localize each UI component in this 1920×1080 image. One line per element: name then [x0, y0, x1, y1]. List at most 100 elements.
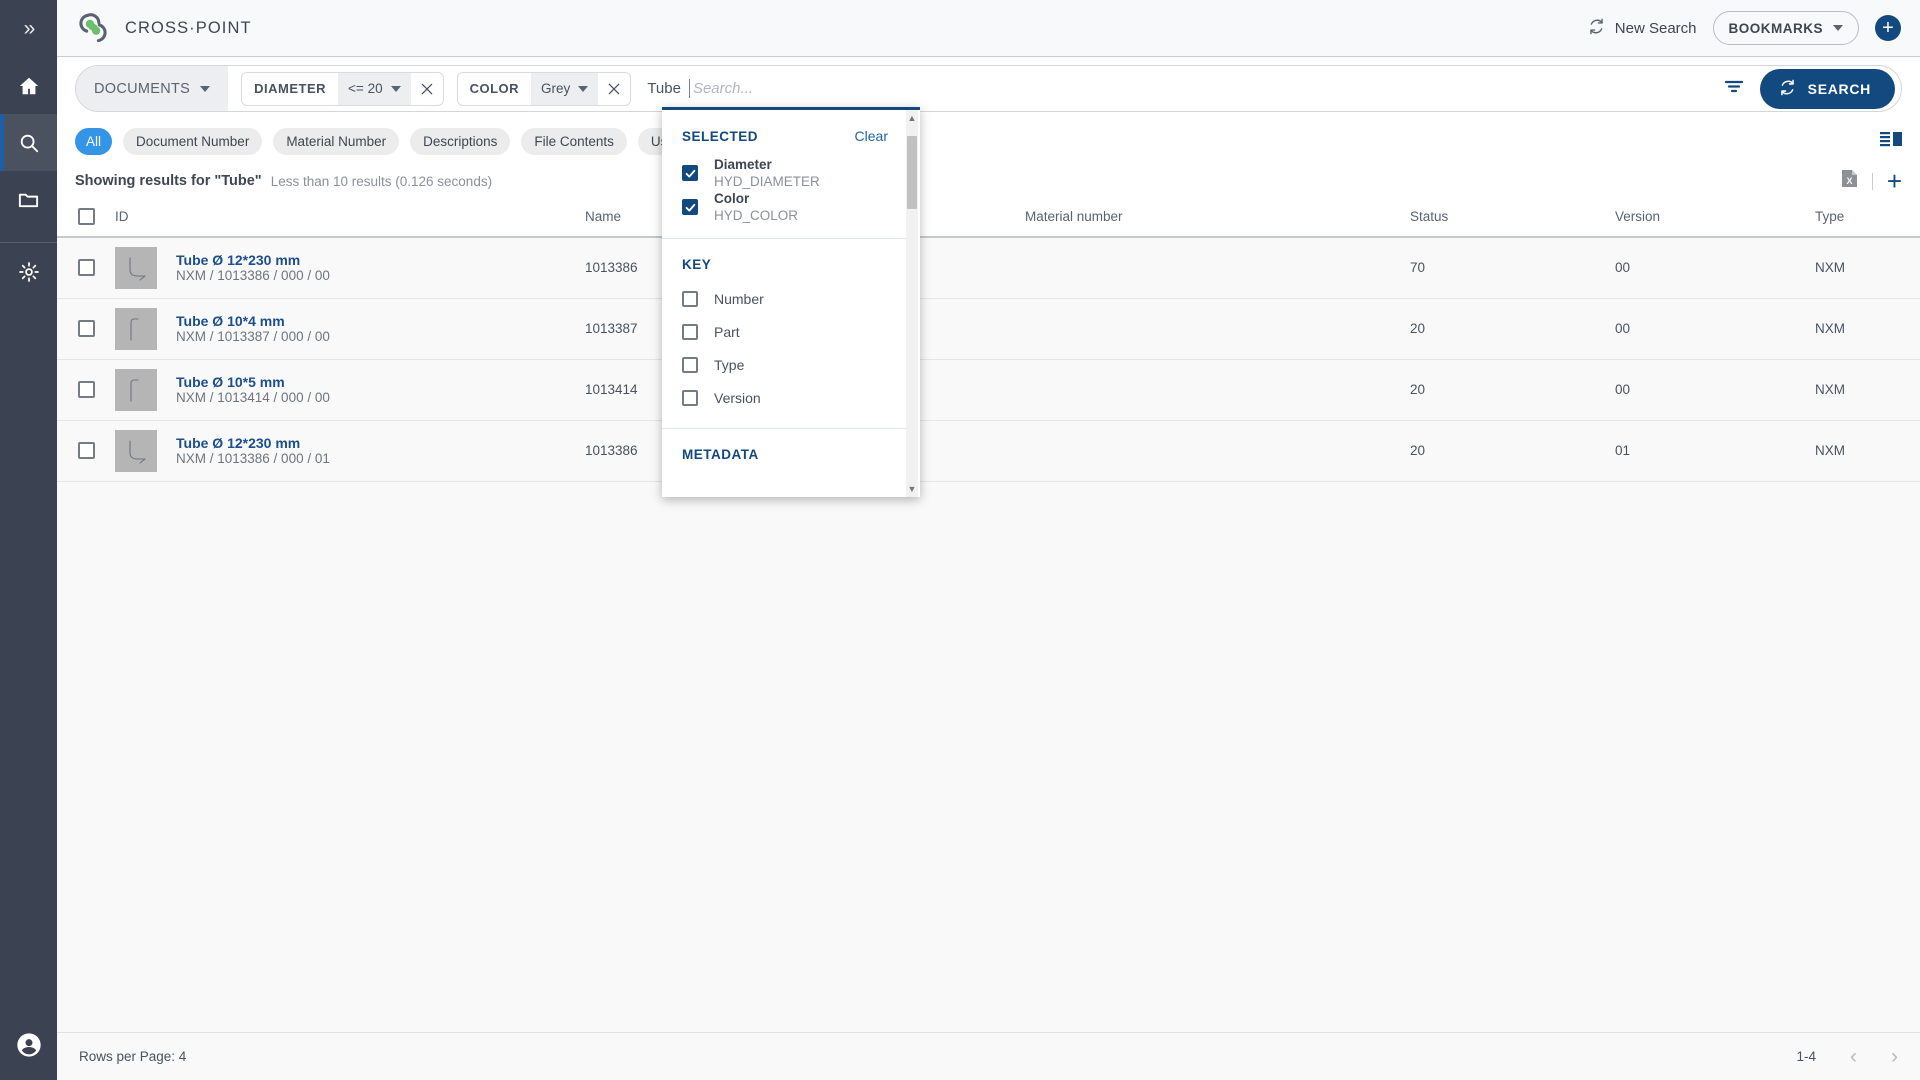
dropdown-scrollbar[interactable]: ▲ ▼ [906, 110, 918, 497]
text-cursor [688, 79, 690, 98]
filter-chip-diameter[interactable]: DIAMETER <= 20 [241, 71, 444, 106]
table-row[interactable]: Tube Ø 12*230 mm NXM / 1013386 / 000 / 0… [57, 420, 1920, 482]
app-root: » CROSS·POINT New Search BOOKMARKS + DOC… [0, 0, 1920, 1080]
column-header-version[interactable]: Version [1615, 200, 1815, 238]
home-icon [18, 75, 40, 97]
column-header-material-number[interactable]: Material number [1025, 200, 1410, 238]
left-sidebar: » [0, 0, 57, 1080]
close-icon[interactable] [411, 82, 443, 96]
chip-value-dropdown[interactable]: <= 20 [338, 72, 411, 105]
tab-material-number[interactable]: Material Number [273, 127, 400, 155]
table-footer: Rows per Page: 4 1-4 ‹ › [57, 1032, 1920, 1080]
tab-file-contents[interactable]: File Contents [521, 127, 627, 155]
sidebar-item-search[interactable] [0, 114, 57, 171]
table-row[interactable]: Tube Ø 10*4 mm NXM / 1013387 / 000 / 00 … [57, 298, 1920, 360]
chevron-left-icon[interactable]: ‹ [1850, 1046, 1857, 1067]
row-type-cell: NXM [1815, 237, 1920, 299]
brand-name: CROSS·POINT [125, 18, 252, 37]
dropdown-item-label: Type [714, 356, 745, 373]
tube-bent-icon [115, 246, 157, 289]
bookmarks-dropdown[interactable]: BOOKMARKS [1712, 11, 1859, 45]
checkbox-unchecked[interactable] [682, 290, 698, 307]
tab-label: Descriptions [423, 133, 498, 149]
tab-all[interactable]: All [75, 127, 113, 155]
search-bar-row: DOCUMENTS DIAMETER <= 20 COLOR Grey Tube… [57, 57, 1920, 120]
sidebar-item-home[interactable] [0, 57, 57, 114]
results-table: ID Name Description Material number Stat… [57, 200, 1920, 482]
dropdown-item-diameter[interactable]: Diameter HYD_DIAMETER [662, 154, 906, 190]
row-title-link[interactable]: Tube Ø 10*4 mm [176, 313, 285, 329]
sidebar-item-settings[interactable] [0, 243, 57, 300]
dropdown-item-color[interactable]: Color HYD_COLOR [662, 190, 906, 224]
header-actions: New Search BOOKMARKS + [1587, 11, 1901, 45]
row-subtitle: NXM / 1013386 / 000 / 01 [176, 451, 330, 466]
row-id-cell: Tube Ø 10*5 mm NXM / 1013414 / 000 / 00 [115, 359, 585, 421]
column-header-status[interactable]: Status [1410, 200, 1615, 238]
checkbox-checked[interactable] [682, 165, 698, 181]
brand[interactable]: CROSS·POINT [75, 10, 252, 46]
plus-icon[interactable]: + [1887, 168, 1902, 194]
filter-options-button[interactable] [1708, 79, 1760, 98]
tab-descriptions[interactable]: Descriptions [410, 127, 511, 155]
tab-document-number[interactable]: Document Number [123, 127, 263, 155]
account-circle-icon [15, 1031, 43, 1059]
checkbox-checked[interactable] [682, 199, 698, 215]
sidebar-item-folder[interactable] [0, 171, 57, 228]
clear-button[interactable]: Clear [855, 128, 888, 144]
row-title-link[interactable]: Tube Ø 12*230 mm [176, 252, 300, 268]
triangle-down-icon[interactable]: ▼ [908, 481, 917, 497]
dropdown-item-part[interactable]: Part [662, 315, 906, 348]
scrollbar-thumb[interactable] [907, 136, 917, 209]
row-checkbox[interactable] [77, 381, 95, 398]
row-title-link[interactable]: Tube Ø 12*230 mm [176, 435, 300, 451]
select-all-checkbox[interactable] [77, 208, 95, 225]
results-query-text: Showing results for "Tube" [75, 173, 262, 189]
tab-label: File Contents [534, 133, 614, 149]
search-placeholder: Search... [692, 80, 753, 97]
row-checkbox[interactable] [77, 442, 95, 459]
row-select-cell [57, 420, 115, 482]
row-id-cell: Tube Ø 10*4 mm NXM / 1013387 / 000 / 00 [115, 298, 585, 360]
new-search-button[interactable]: New Search [1587, 17, 1697, 40]
scope-selector[interactable]: DOCUMENTS [76, 66, 229, 111]
checkbox-unchecked[interactable] [682, 323, 698, 340]
dropdown-item-type[interactable]: Type [662, 348, 906, 381]
row-title-link[interactable]: Tube Ø 10*5 mm [176, 374, 285, 390]
chip-value-dropdown[interactable]: Grey [531, 72, 599, 105]
rows-per-page-label[interactable]: Rows per Page: 4 [79, 1049, 186, 1064]
view-toggle[interactable] [1880, 131, 1902, 152]
close-icon[interactable] [598, 82, 630, 96]
scope-label: DOCUMENTS [94, 80, 191, 97]
triangle-up-icon[interactable]: ▲ [908, 110, 917, 126]
column-header-id[interactable]: ID [115, 200, 585, 238]
list-view-icon [1880, 131, 1902, 152]
tab-label: Material Number [286, 133, 387, 149]
scrollbar-track[interactable] [906, 126, 918, 481]
sidebar-collapse-toggle[interactable]: » [0, 0, 57, 57]
row-subtitle: NXM / 1013414 / 000 / 00 [176, 390, 330, 405]
chevron-down-icon [390, 85, 401, 92]
search-input[interactable]: Search... [688, 66, 1708, 111]
chevron-right-icon[interactable]: › [1891, 1046, 1898, 1067]
selected-section-header: SELECTED Clear [662, 110, 906, 154]
dropdown-item-number[interactable]: Number [662, 282, 906, 315]
excel-export-icon[interactable]: X [1841, 169, 1858, 193]
dropdown-item-label: Color [714, 191, 750, 206]
bookmarks-label: BOOKMARKS [1728, 20, 1823, 36]
row-type-cell: NXM [1815, 298, 1920, 360]
add-button[interactable]: + [1875, 15, 1901, 41]
search-button[interactable]: SEARCH [1759, 68, 1895, 109]
search-bar: DOCUMENTS DIAMETER <= 20 COLOR Grey Tube… [75, 65, 1902, 112]
table-row[interactable]: Tube Ø 10*5 mm NXM / 1013414 / 000 / 00 … [57, 359, 1920, 421]
checkbox-unchecked[interactable] [682, 389, 698, 406]
column-header-type[interactable]: Type [1815, 200, 1920, 238]
row-status-cell: 20 [1410, 359, 1615, 421]
sidebar-account-button[interactable] [0, 1010, 57, 1080]
dropdown-item-version[interactable]: Version [662, 381, 906, 414]
checkbox-unchecked[interactable] [682, 356, 698, 373]
row-checkbox[interactable] [77, 259, 95, 277]
crosspoint-logo-icon [75, 10, 111, 46]
table-row[interactable]: Tube Ø 12*230 mm NXM / 1013386 / 000 / 0… [57, 237, 1920, 299]
filter-chip-color[interactable]: COLOR Grey [456, 71, 632, 106]
row-checkbox[interactable] [77, 320, 95, 337]
